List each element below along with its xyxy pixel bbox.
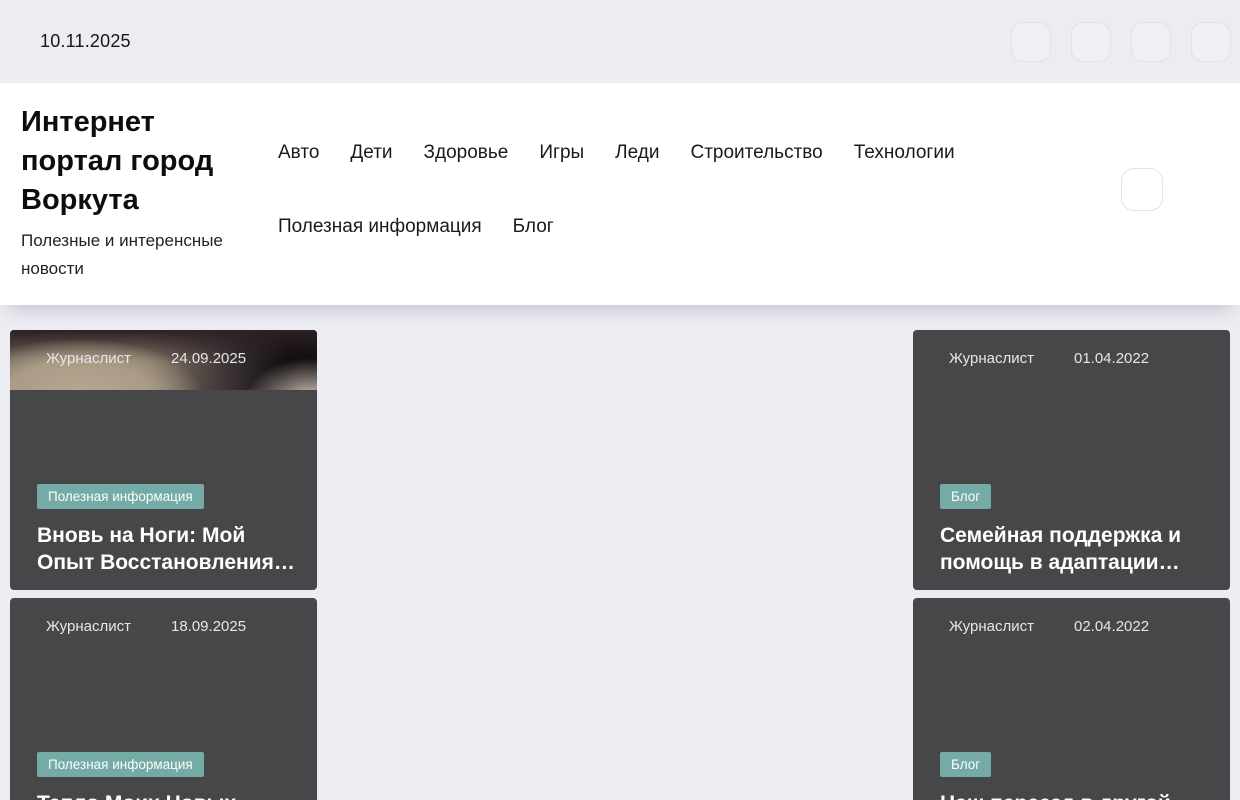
- article-author: Журнаслист: [949, 618, 1034, 635]
- category-badge[interactable]: Блог: [940, 484, 991, 509]
- site-header: Интернет портал город Воркута Полезные и…: [0, 83, 1240, 305]
- article-meta: Журнаслист 02.04.2022: [949, 618, 1214, 635]
- nav-item-avto[interactable]: Авто: [278, 141, 319, 165]
- feed-column-right: Журнаслист 01.04.2022 Блог Семейная подд…: [913, 330, 1230, 800]
- article-card-footer: Полезная информация Тепло Моих Новых Дне…: [37, 752, 299, 800]
- article-card-footer: Блог Семейная поддержка и помощь в адапт…: [940, 484, 1212, 576]
- nav-item-blog[interactable]: Блог: [513, 215, 554, 239]
- search-button[interactable]: [1121, 168, 1163, 211]
- current-date-label: 10.11.2025: [40, 31, 131, 52]
- topbar: 10.11.2025: [0, 0, 1240, 83]
- category-badge[interactable]: Полезная информация: [37, 752, 204, 777]
- social-icon-button-1[interactable]: [1011, 22, 1051, 62]
- article-date: 01.04.2022: [1074, 350, 1149, 367]
- social-buttons-row: [1011, 22, 1231, 62]
- article-card-footer: Полезная информация Вновь на Ноги: Мой О…: [37, 484, 299, 576]
- nav-item-poleznaya-informaciya[interactable]: Полезная информация: [278, 215, 482, 239]
- nav-item-zdorovye[interactable]: Здоровье: [424, 141, 509, 165]
- nav-item-tehnologii[interactable]: Технологии: [854, 141, 955, 165]
- nav-item-deti[interactable]: Дети: [350, 141, 392, 165]
- article-meta: Журнаслист 01.04.2022: [949, 350, 1214, 367]
- article-card[interactable]: Журнаслист 24.09.2025 Полезная информаци…: [10, 330, 317, 590]
- category-badge[interactable]: Полезная информация: [37, 484, 204, 509]
- social-icon-button-4[interactable]: [1191, 22, 1231, 62]
- brand-block: Интернет портал город Воркута Полезные и…: [21, 103, 256, 283]
- article-author: Журнаслист: [46, 618, 131, 635]
- feed-column-left: Журнаслист 24.09.2025 Полезная информаци…: [10, 330, 317, 800]
- article-date: 24.09.2025: [171, 350, 246, 367]
- site-tagline: Полезные и интеренсные новости: [21, 227, 256, 283]
- article-author: Журнаслист: [46, 350, 131, 367]
- category-badge[interactable]: Блог: [940, 752, 991, 777]
- social-icon-button-2[interactable]: [1071, 22, 1111, 62]
- article-card-footer: Блог Наш переезд в другой город…: [940, 752, 1212, 800]
- article-date: 02.04.2022: [1074, 618, 1149, 635]
- article-date: 18.09.2025: [171, 618, 246, 635]
- nav-item-ledi[interactable]: Леди: [615, 141, 659, 165]
- article-card[interactable]: Журнаслист 18.09.2025 Полезная информаци…: [10, 598, 317, 800]
- article-title[interactable]: Вновь на Ноги: Мой Опыт Восстановления…: [37, 522, 299, 576]
- article-card[interactable]: Журнаслист 02.04.2022 Блог Наш переезд в…: [913, 598, 1230, 800]
- site-title-link[interactable]: Интернет портал город Воркута: [21, 103, 256, 220]
- article-meta: Журнаслист 18.09.2025: [46, 618, 301, 635]
- article-card[interactable]: Журнаслист 01.04.2022 Блог Семейная подд…: [913, 330, 1230, 590]
- article-meta: Журнаслист 24.09.2025: [46, 350, 301, 367]
- article-author: Журнаслист: [949, 350, 1034, 367]
- nav-item-igry[interactable]: Игры: [539, 141, 584, 165]
- article-title[interactable]: Тепло Моих Новых Дней: Мой Путь…: [37, 790, 299, 800]
- articles-feed: Журнаслист 24.09.2025 Полезная информаци…: [0, 305, 1240, 800]
- article-title[interactable]: Семейная поддержка и помощь в адаптации …: [940, 522, 1212, 576]
- social-icon-button-3[interactable]: [1131, 22, 1171, 62]
- main-navigation: Авто Дети Здоровье Игры Леди Строительст…: [278, 141, 1023, 239]
- article-title[interactable]: Наш переезд в другой город…: [940, 790, 1212, 800]
- nav-item-stroitelstvo[interactable]: Строительство: [691, 141, 823, 165]
